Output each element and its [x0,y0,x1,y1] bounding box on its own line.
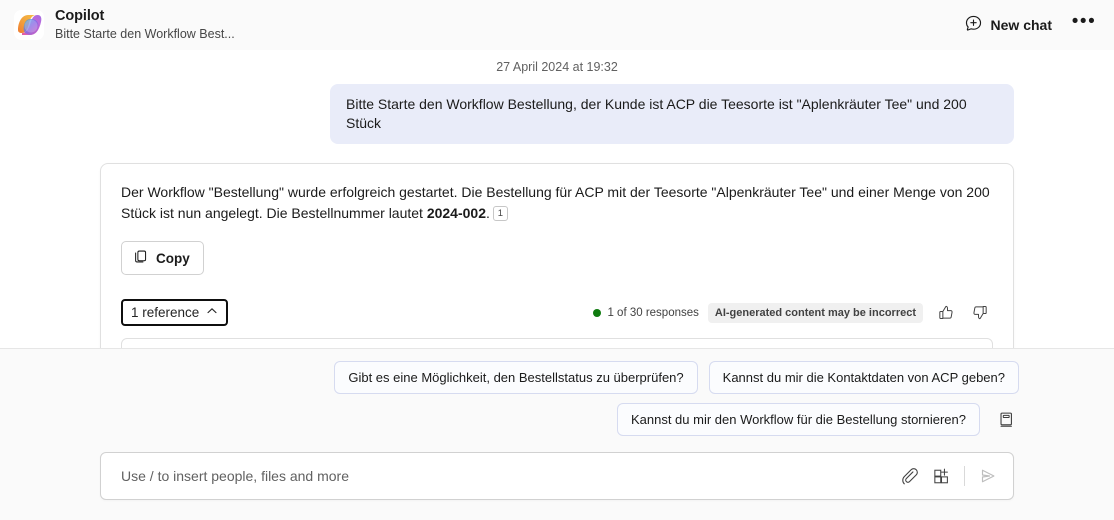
conversation-scroll-area[interactable]: 27 April 2024 at 19:32 Bitte Starte den … [0,50,1114,349]
response-count-label: 1 of 30 responses [607,306,699,319]
copy-button[interactable]: Copy [121,241,204,276]
composer-divider [964,466,965,486]
assistant-meta: 1 of 30 responses AI-generated content m… [593,300,993,326]
header-actions: New chat ••• [954,8,1100,42]
response-count: 1 of 30 responses [593,306,699,319]
paperclip-icon[interactable] [894,461,924,491]
copilot-logo [14,9,44,40]
reference-toolbar-row: 1 reference 1 of 30 responses AI-generat… [121,299,993,327]
thumbs-up-icon[interactable] [932,300,958,326]
suggestion-row-1: Gibt es eine Möglichkeit, den Bestellsta… [334,361,1019,394]
copy-icon [133,249,148,267]
conversation-subtitle: Bitte Starte den Workflow Best... [55,27,235,42]
header-title-block: Copilot Bitte Starte den Workflow Best..… [55,8,235,41]
app-title: Copilot [55,8,105,25]
citation-badge[interactable]: 1 [492,205,508,221]
suggestion-chip[interactable]: Kannst du mir den Workflow für die Beste… [616,403,980,436]
chevron-up-icon [206,305,218,320]
app-header: Copilot Bitte Starte den Workflow Best..… [0,0,1114,50]
thumbs-down-icon[interactable] [967,300,993,326]
message-input[interactable] [119,453,894,499]
ellipsis-icon[interactable]: ••• [1068,9,1100,41]
new-chat-button[interactable]: New chat [954,8,1062,42]
assistant-text-part2: . [486,204,490,221]
header-identity: Copilot Bitte Starte den Workflow Best..… [14,8,235,41]
ai-disclaimer-badge: AI-generated content may be incorrect [707,302,923,323]
composer-box[interactable] [100,452,1014,500]
assistant-message-text: Der Workflow "Bestellung" wurde erfolgre… [121,182,993,223]
send-icon[interactable] [973,461,1003,491]
copilot-chat-window: Copilot Bitte Starte den Workflow Best..… [0,0,1114,520]
order-number: 2024-002 [426,204,486,221]
chat-plus-icon [964,14,983,36]
suggestion-row-2: Kannst du mir den Workflow für die Beste… [616,403,1019,436]
user-message-bubble: Bitte Starte den Workflow Bestellung, de… [330,84,1014,144]
copy-label: Copy [156,250,190,266]
assistant-message-card: Der Workflow "Bestellung" wurde erfolgre… [100,162,1014,348]
user-message-row: Bitte Starte den Workflow Bestellung, de… [100,84,1014,144]
new-chat-label: New chat [990,17,1052,33]
suggestion-chip[interactable]: Gibt es eine Möglichkeit, den Bestellsta… [334,361,698,394]
conversation-content: 27 April 2024 at 19:32 Bitte Starte den … [0,50,1114,348]
composer-area [0,444,1114,520]
suggestion-chip[interactable]: Kannst du mir die Kontaktdaten von ACP g… [708,361,1019,394]
suggestion-chips-area: Gibt es eine Möglichkeit, den Bestellsta… [0,349,1114,444]
assistant-text-part1: Der Workflow "Bestellung" wurde erfolgre… [121,183,990,221]
book-icon[interactable] [993,407,1019,433]
reference-card[interactable]: 1 Bestellung [121,338,993,348]
references-toggle-label: 1 reference [131,305,200,321]
references-toggle-button[interactable]: 1 reference [121,299,229,327]
conversation-timestamp: 27 April 2024 at 19:32 [496,60,618,74]
composer-actions [894,461,1003,491]
apps-grid-icon[interactable] [926,461,956,491]
status-dot-icon [593,308,602,317]
